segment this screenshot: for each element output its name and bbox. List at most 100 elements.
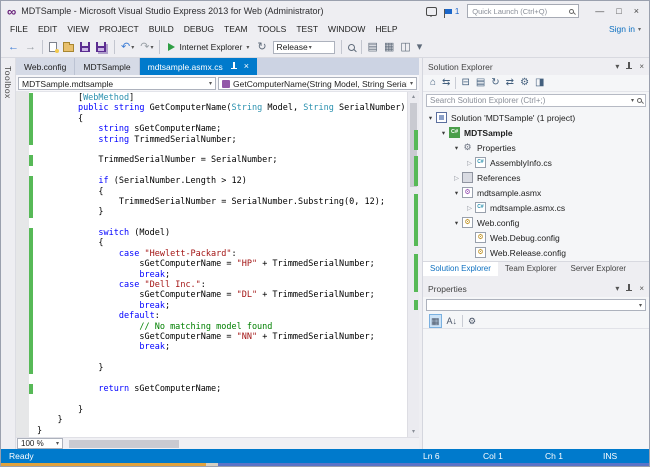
quick-launch-input[interactable]: Quick Launch (Ctrl+Q) bbox=[467, 4, 579, 18]
expand-icon[interactable]: ▷ bbox=[452, 174, 461, 182]
scroll-down-icon[interactable]: ▾ bbox=[408, 428, 419, 436]
toolbox-tab[interactable]: Toolbox bbox=[1, 58, 16, 449]
close-icon[interactable]: × bbox=[639, 63, 644, 71]
collapse-all-icon[interactable]: ⊟ bbox=[461, 77, 469, 89]
tree-item-web-debug-config[interactable]: Web.Debug.config bbox=[423, 230, 649, 245]
type-dropdown[interactable]: MDTSample.mdtsample ▾ bbox=[18, 77, 216, 90]
tree-item-references[interactable]: ▷References bbox=[423, 170, 649, 185]
code-line[interactable]: case "Hewlett-Packard": bbox=[29, 249, 407, 259]
minimize-button[interactable]: — bbox=[589, 6, 610, 16]
panel-tab-server-explorer[interactable]: Server Explorer bbox=[564, 262, 634, 276]
collapse-icon[interactable]: ▾ bbox=[452, 144, 461, 152]
code-line[interactable]: } bbox=[29, 363, 407, 373]
code-line[interactable]: TrimmedSerialNumber = SerialNumber; bbox=[29, 155, 407, 165]
collapse-icon[interactable]: ▾ bbox=[426, 114, 435, 122]
code-line[interactable]: break; bbox=[29, 301, 407, 311]
scrollbar-thumb[interactable] bbox=[69, 440, 179, 448]
tree-item-properties[interactable]: ▾Properties bbox=[423, 140, 649, 155]
sign-in-link[interactable]: Sign in ▾ bbox=[609, 24, 649, 34]
code-line[interactable]: public string GetComputerName(String Mod… bbox=[29, 103, 407, 113]
toolbar-overflow-icon[interactable]: ▾ bbox=[414, 39, 426, 56]
close-icon[interactable]: × bbox=[244, 62, 249, 71]
tree-item-solution-mdtsample-1-project[interactable]: ▾Solution 'MDTSample' (1 project) bbox=[423, 110, 649, 125]
home-icon[interactable]: ⌂ bbox=[430, 77, 436, 89]
maximize-button[interactable]: □ bbox=[610, 6, 627, 16]
panel-tab-team-explorer[interactable]: Team Explorer bbox=[498, 262, 564, 276]
code-line[interactable]: { bbox=[29, 114, 407, 124]
breakpoint-margin[interactable] bbox=[16, 92, 29, 437]
code-line[interactable]: break; bbox=[29, 270, 407, 280]
tree-item-mdtsample-asmx[interactable]: ▾mdtsample.asmx bbox=[423, 185, 649, 200]
scroll-up-icon[interactable]: ▴ bbox=[408, 93, 419, 101]
menu-tools[interactable]: TOOLS bbox=[253, 21, 292, 37]
pin-icon[interactable] bbox=[625, 62, 633, 71]
feedback-icon[interactable] bbox=[426, 7, 437, 16]
refresh-icon[interactable]: ↻ bbox=[491, 77, 499, 89]
window-position-icon[interactable]: ▾ bbox=[615, 285, 619, 293]
menu-file[interactable]: FILE bbox=[5, 21, 33, 37]
menu-test[interactable]: TEST bbox=[291, 21, 323, 37]
code-line[interactable]: sGetComputerName = "DL" + TrimmedSerialN… bbox=[29, 290, 407, 300]
collapse-icon[interactable]: ▾ bbox=[439, 129, 448, 137]
find-in-files-icon[interactable] bbox=[345, 39, 358, 56]
code-line[interactable]: switch (Model) bbox=[29, 228, 407, 238]
code-line[interactable]: case "Dell Inc.": bbox=[29, 280, 407, 290]
notifications-flag[interactable]: 1 bbox=[445, 7, 459, 16]
expand-icon[interactable]: ▷ bbox=[465, 159, 474, 167]
collapse-icon[interactable]: ▾ bbox=[452, 219, 461, 227]
tab-mdtsample[interactable]: MDTSample bbox=[75, 58, 139, 75]
member-dropdown[interactable]: GetComputerName(String Model, String Ser… bbox=[218, 77, 417, 90]
menu-debug[interactable]: DEBUG bbox=[179, 21, 219, 37]
code-line[interactable]: TrimmedSerialNumber = SerialNumber.Subst… bbox=[29, 197, 407, 207]
close-icon[interactable]: × bbox=[639, 285, 644, 293]
tab-mdtsample-asmx-cs[interactable]: mdtsample.asmx.cs× bbox=[140, 58, 257, 75]
object-browser-icon[interactable]: ◫ bbox=[397, 39, 413, 56]
open-file-icon[interactable] bbox=[60, 39, 77, 56]
code-line[interactable]: sGetComputerName = "NN" + TrimmedSerialN… bbox=[29, 332, 407, 342]
code-editor[interactable]: [WebMethod] public string GetComputerNam… bbox=[16, 92, 419, 437]
code-line[interactable]: string TrimmedSerialNumber; bbox=[29, 135, 407, 145]
configuration-dropdown[interactable]: Release▾ bbox=[273, 41, 335, 54]
pin-icon[interactable] bbox=[230, 62, 238, 71]
run-button[interactable]: Internet Explorer▾ bbox=[163, 39, 254, 56]
window-position-icon[interactable]: ▾ bbox=[615, 63, 619, 71]
collapse-icon[interactable]: ▾ bbox=[452, 189, 461, 197]
code-line[interactable]: { bbox=[29, 187, 407, 197]
code-lines[interactable]: [WebMethod] public string GetComputerNam… bbox=[29, 93, 407, 437]
tree-item-web-config[interactable]: ▾Web.config bbox=[423, 215, 649, 230]
code-line[interactable]: } bbox=[29, 415, 407, 425]
code-line[interactable] bbox=[29, 218, 407, 228]
undo-icon[interactable]: ↶▾ bbox=[118, 39, 137, 56]
code-line[interactable]: { bbox=[29, 238, 407, 248]
solution-explorer-icon[interactable]: ▤ bbox=[365, 39, 381, 56]
menu-build[interactable]: BUILD bbox=[144, 21, 179, 37]
editor-horizontal-scrollbar[interactable] bbox=[67, 438, 417, 450]
menu-team[interactable]: TEAM bbox=[219, 21, 253, 37]
save-icon[interactable] bbox=[77, 39, 93, 56]
code-line[interactable]: // No matching model found bbox=[29, 322, 407, 332]
categorized-icon[interactable]: ▦ bbox=[429, 314, 442, 328]
properties-titlebar[interactable]: Properties ▾ × bbox=[423, 280, 649, 297]
editor-vertical-scrollbar[interactable]: ▴ ▾ bbox=[407, 92, 419, 437]
sync-with-active-document-icon[interactable]: ⇄ bbox=[506, 77, 514, 89]
properties-window-icon[interactable]: ▦ bbox=[381, 39, 397, 56]
nav-forward-icon[interactable]: → bbox=[22, 39, 39, 56]
refresh-browser-icon[interactable]: ↻ bbox=[254, 39, 269, 56]
show-all-files-icon[interactable]: ▤ bbox=[476, 77, 485, 89]
menu-view[interactable]: VIEW bbox=[62, 21, 94, 37]
code-line[interactable] bbox=[29, 374, 407, 384]
panel-tab-solution-explorer[interactable]: Solution Explorer bbox=[423, 262, 498, 276]
tree-item-web-release-config[interactable]: Web.Release.config bbox=[423, 245, 649, 260]
code-line[interactable]: return sGetComputerName; bbox=[29, 384, 407, 394]
code-line[interactable]: default: bbox=[29, 311, 407, 321]
new-file-icon[interactable] bbox=[46, 39, 60, 56]
code-line[interactable]: break; bbox=[29, 342, 407, 352]
menu-edit[interactable]: EDIT bbox=[33, 21, 62, 37]
preview-selected-items-icon[interactable]: ◨ bbox=[535, 77, 544, 89]
save-all-icon[interactable] bbox=[93, 39, 111, 56]
menu-help[interactable]: HELP bbox=[370, 21, 402, 37]
code-line[interactable] bbox=[29, 145, 407, 155]
menu-window[interactable]: WINDOW bbox=[323, 21, 370, 37]
code-line[interactable] bbox=[29, 166, 407, 176]
solution-explorer-titlebar[interactable]: Solution Explorer ▾ × bbox=[423, 58, 649, 75]
